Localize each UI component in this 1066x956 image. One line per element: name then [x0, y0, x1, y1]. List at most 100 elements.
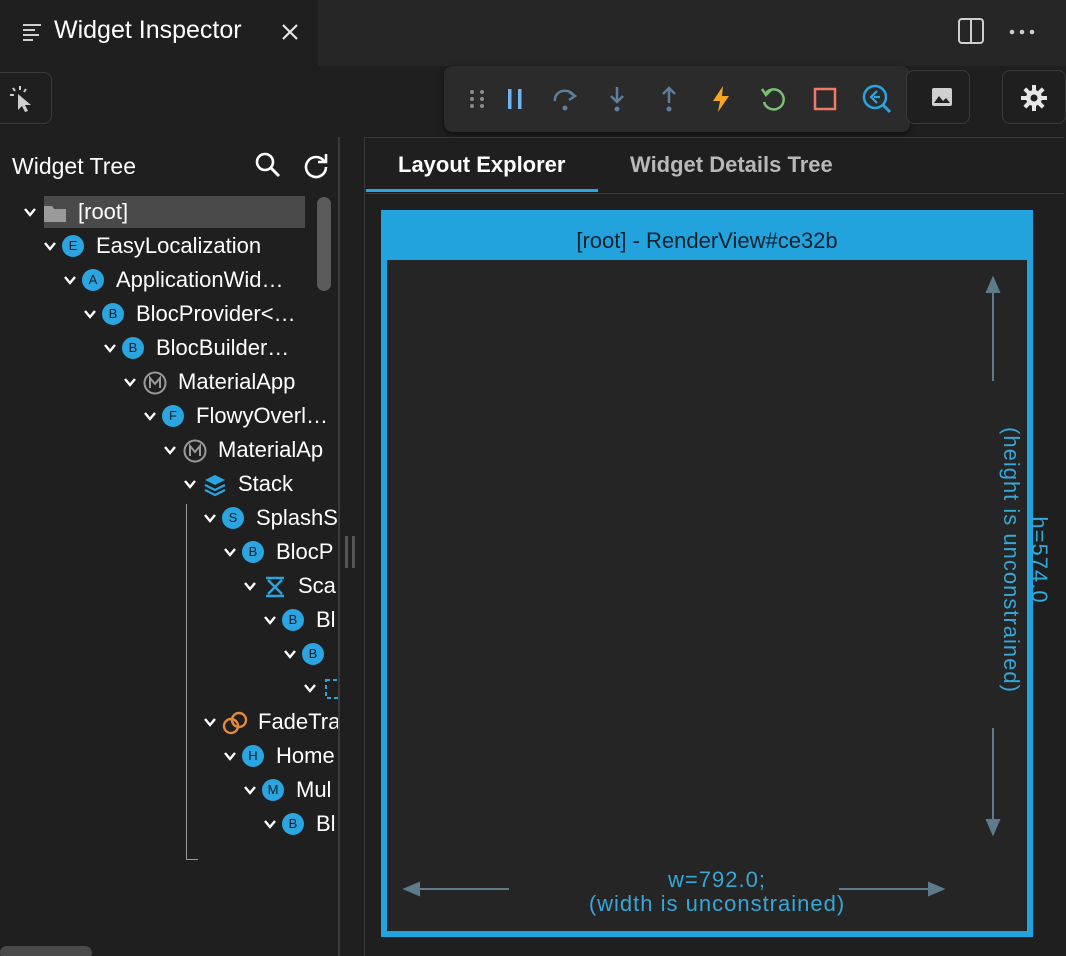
stack-icon	[204, 475, 226, 497]
hot-restart-icon[interactable]	[758, 84, 788, 114]
tree-node-label: EasyLocalization	[96, 233, 262, 258]
tree-node[interactable]: B BlocBuilder…	[0, 332, 338, 364]
tree-node[interactable]	[0, 672, 338, 704]
tree-node[interactable]: E EasyLocalization	[0, 230, 338, 262]
tree-node-label: SplashS	[256, 505, 338, 530]
tree-node[interactable]: S SplashS	[0, 502, 338, 534]
chevron-down-icon[interactable]	[202, 714, 218, 730]
widget-badge-icon: F	[162, 405, 184, 427]
tree-node-label: FadeTra	[258, 709, 338, 734]
pause-icon[interactable]	[500, 84, 530, 114]
chevron-down-icon[interactable]	[82, 306, 98, 322]
chevron-down-icon[interactable]	[242, 578, 258, 594]
render-view-box[interactable]: [root] - RenderView#ce32b w=792.0; (widt…	[381, 210, 1052, 937]
tab-widget-details-tree[interactable]: Widget Details Tree	[630, 152, 833, 178]
tree-horizontal-scrollbar[interactable]	[0, 946, 92, 956]
gear-icon	[1021, 85, 1047, 111]
search-icon[interactable]	[254, 151, 282, 179]
step-out-icon[interactable]	[654, 84, 684, 114]
widget-tree-title: Widget Tree	[12, 153, 136, 179]
widget-tree-panel: Widget Tree [root] E EasyLocalization A Appl…	[0, 137, 338, 956]
widget-badge-icon: B	[242, 541, 264, 563]
list-icon	[23, 24, 41, 41]
drag-handle-icon[interactable]	[462, 84, 492, 114]
tree-node[interactable]: [root]	[24, 196, 305, 228]
more-icon[interactable]	[1006, 20, 1038, 44]
tree-node[interactable]: B BlocP	[0, 536, 338, 568]
tree-node[interactable]: MaterialApp	[0, 366, 338, 398]
tree-node[interactable]: Sca	[0, 570, 338, 602]
refresh-icon[interactable]	[302, 151, 330, 179]
material-app-icon	[143, 371, 167, 395]
widget-badge-icon: B	[282, 813, 304, 835]
select-widget-mode-button[interactable]	[0, 72, 52, 124]
tree-node[interactable]: Stack	[0, 468, 338, 500]
tab-layout-explorer[interactable]: Layout Explorer	[398, 152, 565, 178]
flutter-inspector-icon[interactable]	[862, 84, 892, 114]
chevron-down-icon[interactable]	[262, 816, 278, 832]
active-tab-indicator	[366, 189, 598, 192]
debug-toolbar	[444, 66, 910, 132]
step-over-icon[interactable]	[550, 84, 580, 114]
tree-node[interactable]: M Mul	[0, 774, 338, 806]
chevron-down-icon[interactable]	[102, 340, 118, 356]
tree-node[interactable]: A ApplicationWid…	[0, 264, 338, 296]
tree-node-label: MaterialAp	[218, 437, 324, 462]
widget-badge-icon: B	[122, 337, 144, 359]
chevron-down-icon[interactable]	[222, 544, 238, 560]
tree-node-label: FlowyOverl…	[196, 403, 329, 428]
chevron-down-icon[interactable]	[182, 476, 198, 492]
chevron-down-icon[interactable]	[222, 748, 238, 764]
tree-vertical-scrollbar[interactable]	[317, 197, 331, 291]
tree-node[interactable]: FadeTra	[0, 706, 338, 738]
container-icon	[325, 679, 338, 699]
chevron-down-icon[interactable]	[262, 612, 278, 628]
image-icon	[932, 88, 952, 106]
tree-node[interactable]: B BlocProvider<…	[0, 298, 338, 330]
widget-badge-icon: S	[222, 507, 244, 529]
chevron-down-icon[interactable]	[162, 442, 178, 458]
chevron-down-icon[interactable]	[302, 680, 318, 696]
tree-node[interactable]: B Bl	[0, 604, 338, 636]
tabs-divider	[366, 193, 1064, 194]
panel-divider[interactable]	[338, 137, 340, 956]
screenshot-button[interactable]	[906, 70, 970, 124]
chevron-down-icon[interactable]	[282, 646, 298, 662]
widget-badge-icon: M	[262, 779, 284, 801]
tree-node[interactable]: B	[0, 638, 338, 670]
tree-node[interactable]: H Home	[0, 740, 338, 772]
tree-node-label: Bl	[316, 811, 336, 836]
height-value: h=574.0	[1027, 516, 1052, 604]
tab-title: Widget Inspector	[54, 16, 242, 44]
widget-badge-icon: H	[242, 745, 264, 767]
dimension-arrows	[402, 275, 1001, 897]
pointer-select-icon	[10, 86, 31, 112]
tree-node[interactable]: MaterialAp	[0, 434, 338, 466]
tree-node-label: Sca	[298, 573, 336, 598]
step-into-icon[interactable]	[602, 84, 632, 114]
chevron-down-icon[interactable]	[242, 782, 258, 798]
tree-node-label: BlocProvider<…	[136, 301, 296, 326]
transition-icon	[222, 711, 248, 735]
close-icon[interactable]	[278, 20, 302, 44]
editor-tab-bar: Widget Inspector	[0, 0, 1066, 66]
chevron-down-icon[interactable]	[22, 204, 38, 220]
resize-handle-icon[interactable]	[344, 536, 356, 568]
folder-icon	[44, 206, 66, 222]
chevron-down-icon[interactable]	[202, 510, 218, 526]
widget-inspector-tab[interactable]: Widget Inspector	[0, 0, 318, 66]
tree-node[interactable]: B Bl	[0, 808, 338, 840]
tree-node[interactable]: F FlowyOverl…	[0, 400, 338, 432]
chevron-down-icon[interactable]	[42, 238, 58, 254]
tree-node-label: Home	[276, 743, 335, 768]
settings-button[interactable]	[1002, 70, 1066, 124]
hot-reload-icon[interactable]	[706, 84, 736, 114]
tree-node-label: [root]	[78, 199, 129, 224]
split-editor-icon[interactable]	[956, 16, 986, 46]
tree-node-label: MaterialApp	[178, 369, 296, 394]
stop-icon[interactable]	[810, 84, 840, 114]
tree-node-label: Bl	[316, 607, 336, 632]
chevron-down-icon[interactable]	[142, 408, 158, 424]
chevron-down-icon[interactable]	[62, 272, 78, 288]
chevron-down-icon[interactable]	[122, 374, 138, 390]
